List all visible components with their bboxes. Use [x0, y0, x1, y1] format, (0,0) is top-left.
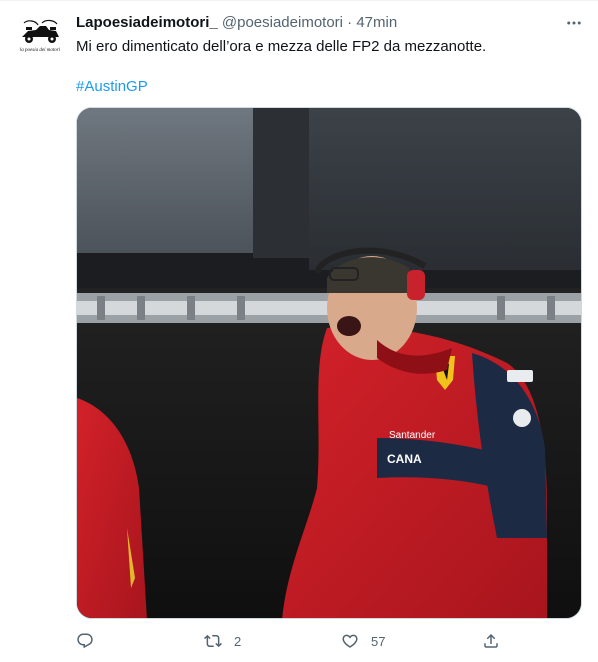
like-button[interactable]: 57	[341, 629, 385, 653]
hashtag-link[interactable]: #AustinGP	[76, 77, 148, 97]
retweet-button[interactable]: 2	[204, 629, 241, 653]
avatar-logo: la poesia dei motori	[16, 13, 64, 61]
retweet-count: 2	[234, 633, 242, 649]
like-count: 57	[371, 633, 386, 649]
tweet-text: Mi ero dimenticato dell’ora e mezza dell…	[76, 38, 487, 55]
media-sponsor-text: Santander	[389, 430, 436, 441]
author-handle[interactable]: @poesiadeimotori	[222, 14, 343, 31]
separator-dot: ·	[347, 14, 353, 31]
author-name[interactable]: Lapoesiadeimotori_	[76, 14, 218, 31]
media-brand-text: CANA	[387, 452, 422, 466]
tweet-card[interactable]: la poesia dei motori Lapoesiadeimotori_ …	[0, 0, 598, 662]
tweet-header: Lapoesiadeimotori_ @poesiadeimotori · 47…	[76, 13, 582, 33]
avatar[interactable]: la poesia dei motori	[16, 13, 64, 61]
share-icon	[484, 633, 498, 648]
tweet-media[interactable]: Santander CANA	[76, 107, 582, 619]
reply-icon	[77, 633, 93, 649]
like-icon	[342, 634, 358, 648]
retweet-icon	[204, 634, 222, 648]
more-icon[interactable]	[562, 11, 586, 35]
media-image: Santander CANA	[77, 108, 581, 618]
tweet-actions: 2 57	[76, 629, 582, 653]
reply-button[interactable]	[76, 629, 106, 653]
avatar-caption: la poesia dei motori	[20, 48, 61, 53]
timestamp[interactable]: 47min	[356, 14, 397, 31]
share-button[interactable]	[482, 629, 500, 653]
